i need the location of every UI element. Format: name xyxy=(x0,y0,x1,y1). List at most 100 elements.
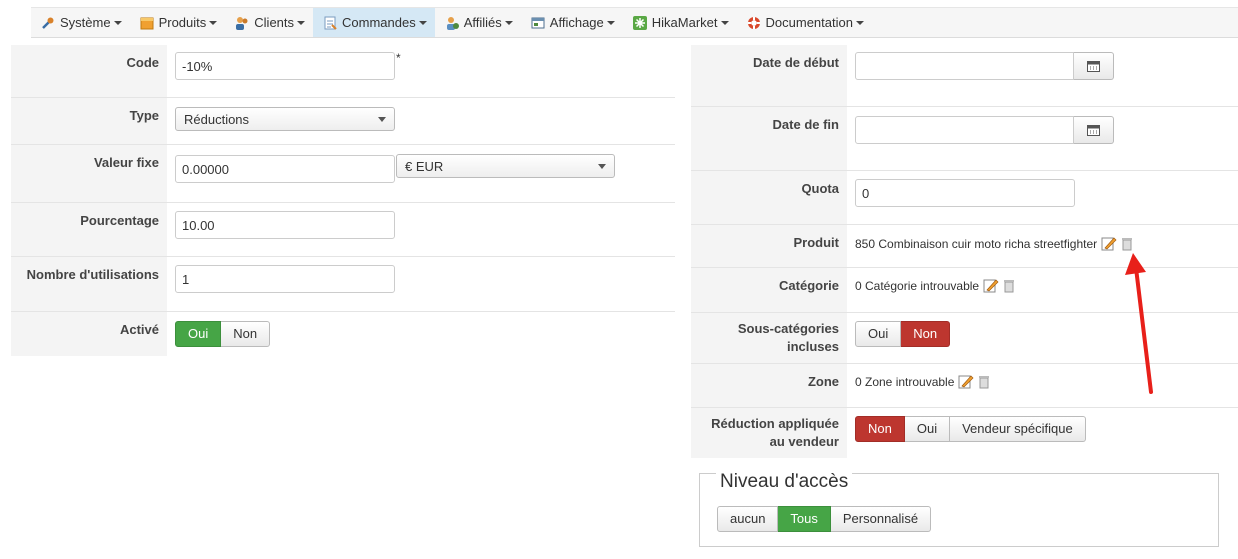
quota-input[interactable] xyxy=(855,179,1075,207)
product-cell: 850 Combinaison cuir moto richa streetfi… xyxy=(847,225,1238,267)
menu-hikamarket[interactable]: HikaMarket xyxy=(623,8,737,37)
affiliates-icon xyxy=(446,16,459,30)
chevron-down-icon xyxy=(504,20,513,25)
active-no-button[interactable]: Non xyxy=(221,321,271,347)
hikamarket-icon xyxy=(632,15,647,30)
fixed-value-label: Valeur fixe xyxy=(11,145,167,202)
calendar-icon xyxy=(1087,125,1100,136)
vendor-label: Réduction appliquée au vendeur xyxy=(691,408,847,458)
menu-affilies[interactable]: Affiliés xyxy=(435,8,521,37)
start-date-picker xyxy=(855,52,1230,80)
left-form-panel: Code * Type Réductions Valeur fixe € EUR… xyxy=(11,45,675,356)
trash-icon[interactable] xyxy=(978,375,990,389)
start-date-cell xyxy=(847,45,1238,106)
menu-affichage[interactable]: Affichage xyxy=(521,8,623,37)
product-value: 850 Combinaison cuir moto richa streetfi… xyxy=(855,236,1098,251)
type-select[interactable]: Réductions xyxy=(175,107,395,131)
row-type: Type Réductions xyxy=(11,98,675,145)
menu-clients[interactable]: Clients xyxy=(225,8,313,37)
chevron-down-icon xyxy=(209,20,218,25)
end-date-label: Date de fin xyxy=(691,107,847,170)
active-label: Activé xyxy=(11,312,167,356)
trash-icon[interactable] xyxy=(1121,237,1133,251)
active-toggle: Oui Non xyxy=(175,321,271,347)
row-fixed-value: Valeur fixe € EUR xyxy=(11,145,675,203)
users-icon xyxy=(236,16,248,30)
active-yes-button[interactable]: Oui xyxy=(175,321,222,347)
code-input[interactable] xyxy=(175,52,395,80)
chevron-down-icon xyxy=(418,20,427,25)
zone-value-line: 0 Zone introuvable xyxy=(855,374,1230,389)
menu-label: Système xyxy=(60,15,111,30)
row-product: Produit 850 Combinaison cuir moto richa … xyxy=(691,225,1238,268)
percentage-value-cell xyxy=(167,203,675,256)
product-value-line: 850 Combinaison cuir moto richa streetfi… xyxy=(855,236,1230,251)
calendar-button[interactable] xyxy=(1074,52,1114,80)
vendor-cell: Non Oui Vendeur spécifique xyxy=(847,408,1238,458)
vendor-yes-button[interactable]: Oui xyxy=(904,416,951,442)
fixed-value-input[interactable] xyxy=(175,155,395,183)
menu-label: HikaMarket xyxy=(651,15,718,30)
row-subcategories: Sous-catégories incluses Oui Non xyxy=(691,313,1238,364)
lifebuoy-icon xyxy=(747,16,760,29)
menu-label: Commandes xyxy=(342,15,416,30)
vendor-specific-button[interactable]: Vendeur spécifique xyxy=(950,416,1086,442)
uses-label: Nombre d'utilisations xyxy=(11,257,167,311)
display-icon xyxy=(531,17,545,28)
row-vendor: Réduction appliquée au vendeur Non Oui V… xyxy=(691,408,1238,458)
menu-produits[interactable]: Produits xyxy=(130,8,226,37)
menu-label: Documentation xyxy=(765,15,853,30)
row-end-date: Date de fin xyxy=(691,107,1238,171)
main-menu: Système Produits Clients Commandes Affil… xyxy=(31,8,1238,37)
currency-selected-value: € EUR xyxy=(405,158,444,174)
box-icon xyxy=(140,17,154,29)
access-level-legend: Niveau d'accès xyxy=(716,471,853,493)
menu-systeme[interactable]: Système xyxy=(31,8,130,37)
row-percentage: Pourcentage xyxy=(11,203,675,257)
end-date-input[interactable] xyxy=(855,116,1074,144)
percentage-label: Pourcentage xyxy=(11,203,167,256)
menu-commandes[interactable]: Commandes xyxy=(313,8,435,37)
wrench-icon xyxy=(42,17,54,29)
vendor-no-button[interactable]: Non xyxy=(855,416,905,442)
quota-label: Quota xyxy=(691,171,847,224)
subcategories-label: Sous-catégories incluses xyxy=(691,313,847,363)
row-zone: Zone 0 Zone introuvable xyxy=(691,364,1238,408)
top-menu-bar: Système Produits Clients Commandes Affil… xyxy=(31,7,1238,38)
edit-icon[interactable] xyxy=(958,374,974,389)
quota-cell xyxy=(847,171,1238,224)
access-custom-button[interactable]: Personnalisé xyxy=(830,506,932,532)
calendar-icon xyxy=(1087,61,1100,72)
subcategories-yes-button[interactable]: Oui xyxy=(855,321,902,347)
start-date-input[interactable] xyxy=(855,52,1074,80)
orders-icon xyxy=(324,16,337,30)
trash-icon[interactable] xyxy=(1003,279,1015,293)
end-date-picker xyxy=(855,116,1230,144)
right-form-panel: Date de début Date de fin Quota 0 Produi… xyxy=(691,45,1238,458)
subcategories-no-button[interactable]: Non xyxy=(901,321,951,347)
zone-label: Zone xyxy=(691,364,847,407)
access-none-button[interactable]: aucun xyxy=(717,506,779,532)
edit-icon[interactable] xyxy=(1101,236,1117,251)
row-quota: Quota xyxy=(691,171,1238,225)
access-all-button[interactable]: Tous xyxy=(778,506,831,532)
row-code: Code * xyxy=(11,45,675,98)
zone-value: 0 Zone introuvable xyxy=(855,374,955,389)
category-cell: 0 Catégorie introuvable xyxy=(847,268,1238,312)
currency-select[interactable]: € EUR xyxy=(396,154,615,178)
active-value-cell: Oui Non xyxy=(167,312,675,356)
menu-label: Clients xyxy=(254,15,295,30)
menu-label: Affiliés xyxy=(463,15,502,30)
percentage-input[interactable] xyxy=(175,211,395,239)
calendar-button[interactable] xyxy=(1074,116,1114,144)
uses-value-cell xyxy=(167,257,675,311)
chevron-down-icon xyxy=(297,20,306,25)
zone-cell: 0 Zone introuvable xyxy=(847,364,1238,407)
edit-icon[interactable] xyxy=(983,278,999,293)
access-level-toggle: aucun Tous Personnalisé xyxy=(717,506,932,532)
product-label: Produit xyxy=(691,225,847,267)
fixed-value-cell: € EUR xyxy=(167,145,675,202)
menu-documentation[interactable]: Documentation xyxy=(737,8,872,37)
uses-input[interactable] xyxy=(175,265,395,293)
chevron-down-icon xyxy=(378,116,386,122)
